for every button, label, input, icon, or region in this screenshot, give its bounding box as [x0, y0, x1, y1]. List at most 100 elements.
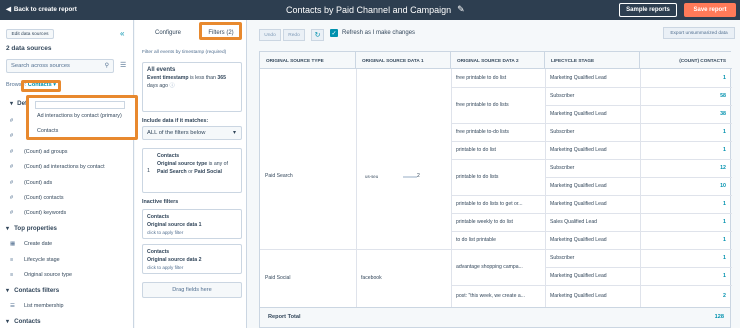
dropdown-search-input[interactable]	[35, 101, 125, 109]
count-value[interactable]: 1	[640, 129, 726, 135]
highlight-filters-tab	[199, 22, 242, 40]
match-select[interactable]: ALL of the filters below ▾	[142, 126, 242, 140]
count-value[interactable]: 1	[640, 201, 726, 207]
divider	[451, 87, 732, 88]
config-panel: Configure Filters (2) Filter all events …	[135, 20, 247, 328]
tab-configure[interactable]: Configure	[143, 24, 193, 42]
calendar-icon: ▦	[10, 241, 16, 247]
inactive-filter-1[interactable]: Contacts Original source data 1 click to…	[142, 209, 242, 239]
property-item[interactable]: # (Count) ads	[10, 180, 52, 186]
source-data2-cell: printable to do lists to get or...	[456, 201, 523, 207]
count-value[interactable]: 12	[640, 165, 726, 171]
count-value[interactable]: 10	[640, 183, 726, 189]
lifecycle-cell: Marketing Qualified Lead	[550, 273, 607, 279]
total-value[interactable]: 128	[715, 314, 724, 320]
divider	[451, 285, 732, 286]
hash-icon: #	[10, 180, 14, 186]
count-value[interactable]: 1	[640, 219, 726, 225]
chevron-down-icon: ▾	[10, 100, 14, 107]
back-button[interactable]: ◀ Back to create report	[6, 6, 77, 13]
count-value[interactable]: 1	[640, 237, 726, 243]
redo-button[interactable]: Redo	[283, 29, 305, 41]
property-item[interactable]: # (Count) ad interactions by contact	[10, 164, 105, 170]
edit-data-sources-button[interactable]: Edit data sources	[6, 29, 54, 39]
property-label: List membership	[24, 303, 64, 309]
filter-number: 1	[147, 168, 150, 174]
browse-dropdown: Ad interactions by contact (primary) Con…	[26, 95, 138, 140]
pencil-icon[interactable]: ✎	[457, 4, 465, 15]
section-top-properties[interactable]: ▾ Top properties	[6, 225, 57, 232]
property-item[interactable]: # (Count) ad groups	[10, 149, 67, 155]
count-value[interactable]: 1	[640, 75, 726, 81]
divider	[451, 159, 732, 160]
property-item[interactable]: # (Count) contacts	[10, 195, 64, 201]
property-item[interactable]: ≡ Lifecycle stage	[10, 257, 60, 263]
source-data2-cell: printable weekly to do list	[456, 219, 513, 225]
sample-reports-button[interactable]: Sample reports	[619, 3, 677, 17]
property-item[interactable]: ▦ Create date	[10, 241, 52, 247]
inactive-filter-2[interactable]: Contacts Original source data 2 click to…	[142, 244, 242, 274]
count-value[interactable]: 2	[640, 293, 726, 299]
inactive-filters-label: Inactive filters	[142, 199, 179, 205]
filter-or: or	[188, 169, 193, 175]
collapse-icon[interactable]: «	[120, 29, 124, 38]
count-value[interactable]: 1	[640, 255, 726, 261]
property-item[interactable]: # (Count) keywords	[10, 210, 66, 216]
section-contacts[interactable]: ▾ Contacts	[6, 318, 41, 325]
count-value[interactable]: 1	[640, 273, 726, 279]
count-value[interactable]: 38	[640, 111, 726, 117]
hash-icon: #	[10, 149, 14, 155]
section-contacts-label: Contacts	[14, 318, 41, 325]
info-icon: ⓘ	[169, 83, 175, 89]
count-value[interactable]: 58	[640, 93, 726, 99]
property-label: Create date	[24, 241, 53, 247]
source-data1-cell: facebook	[361, 275, 382, 281]
refresh-checkbox[interactable]: ✓	[330, 29, 338, 37]
property-label: (Count) ads	[24, 180, 53, 186]
drag-fields-dropzone[interactable]: Drag fields here	[142, 282, 242, 298]
divider	[451, 123, 732, 124]
inactive-filter-property: Original source data 2	[147, 257, 202, 263]
hash-icon: #	[10, 164, 14, 170]
lifecycle-cell: Marketing Qualified Lead	[550, 201, 607, 207]
property-label: (Count) ad interactions by contact	[24, 164, 105, 170]
filter-property: Original source type	[157, 161, 208, 167]
refresh-label: Refresh as I make changes	[342, 30, 416, 36]
property-item[interactable]: ≡ Original source type	[10, 272, 72, 278]
report-preview: Undo Redo ↻ ✓ Refresh as I make changes …	[248, 20, 740, 328]
column-header[interactable]: ORIGINAL SOURCE DATA 1	[356, 52, 451, 69]
hash-icon: #	[10, 195, 14, 201]
property-item[interactable]: ☰ List membership	[10, 303, 64, 309]
active-filter-1[interactable]: 1 Contacts Original source type is any o…	[142, 148, 242, 193]
all-events-tail: days ago	[147, 83, 169, 89]
lifecycle-cell: Marketing Qualified Lead	[550, 111, 607, 117]
lifecycle-cell: Subscriber	[550, 129, 575, 135]
property-label: Lifecycle stage	[24, 257, 60, 263]
column-header[interactable]: ORIGINAL SOURCE TYPE	[260, 52, 356, 69]
column-header[interactable]: LIFECYCLE STAGE	[545, 52, 640, 69]
search-input[interactable]: Search across sources ⚲	[6, 59, 114, 73]
export-button[interactable]: Export unsummarized data	[663, 27, 735, 39]
save-report-button[interactable]: Save report	[684, 3, 736, 17]
refresh-icon[interactable]: ↻	[311, 29, 324, 41]
count-value[interactable]: 1	[640, 147, 726, 153]
dropdown-option[interactable]: Contacts	[37, 128, 58, 134]
dropdown-option[interactable]: Ad interactions by contact (primary)	[37, 113, 122, 119]
undo-button[interactable]: Undo	[259, 29, 281, 41]
hash-icon: #	[10, 118, 14, 124]
lifecycle-cell: Marketing Qualified Lead	[550, 183, 607, 189]
report-title: Contacts by Paid Channel and Campaign	[286, 4, 452, 15]
section-default[interactable]: ▾ Def	[10, 100, 27, 107]
divider	[545, 267, 732, 268]
column-header[interactable]: ORIGINAL SOURCE DATA 2	[451, 52, 545, 69]
property-label: Original source type	[24, 272, 72, 278]
source-type-cell: Paid Social	[265, 275, 291, 281]
source-data2-cell: free printable to do lists	[456, 102, 509, 108]
all-events-filter[interactable]: All events Event timestamp is less than …	[142, 62, 242, 112]
source-data2-cell: post: "this week, we create a...	[456, 293, 525, 299]
lifecycle-cell: Subscriber	[550, 165, 575, 171]
divider	[451, 231, 732, 232]
column-header[interactable]: (COUNT) CONTACTS	[640, 52, 732, 69]
list-view-icon[interactable]: ☰	[120, 61, 126, 69]
section-contacts-filters[interactable]: ▾ Contacts filters	[6, 287, 59, 294]
